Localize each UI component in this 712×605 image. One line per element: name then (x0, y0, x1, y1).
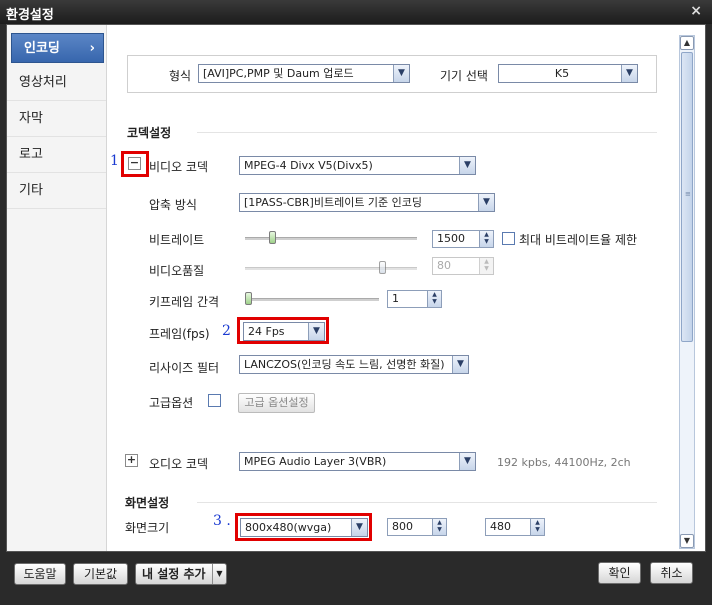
close-icon[interactable]: × (690, 3, 702, 19)
highlight-box-3 (235, 513, 372, 541)
sidebar-item-logo[interactable]: 로고 (7, 137, 106, 173)
chevron-down-icon: ▼ (459, 157, 475, 174)
quality-spinner: 80 ▲ ▼ (432, 257, 494, 275)
audio-codec-label: 오디오 코덱 (149, 457, 209, 471)
width-value: 800 (392, 520, 413, 533)
sidebar-item-label: 로고 (19, 147, 43, 162)
window-title: 환경설정 (6, 8, 54, 23)
keyframe-spinner[interactable]: 1 ▲ ▼ (387, 290, 442, 308)
spinner-arrows-icon: ▲ ▼ (479, 258, 493, 274)
annotation-number-2: 2 (222, 323, 231, 339)
height-value: 480 (490, 520, 511, 533)
divider (197, 502, 657, 503)
spinner-arrows-icon[interactable]: ▲ ▼ (432, 519, 446, 535)
sidebar-item-label: 영상처리 (19, 75, 67, 90)
help-button[interactable]: 도움말 (14, 563, 66, 585)
audio-codec-select[interactable]: MPEG Audio Layer 3(VBR) ▼ (239, 452, 476, 471)
compression-select[interactable]: [1PASS-CBR]비트레이트 기준 인코딩 ▼ (239, 193, 495, 212)
spinner-arrows-icon[interactable]: ▲ ▼ (427, 291, 441, 307)
sidebar-item-encoding[interactable]: 인코딩 › (11, 33, 104, 63)
bitrate-slider-thumb[interactable] (269, 231, 276, 244)
grip-icon: ≡ (685, 190, 691, 198)
sidebar: 인코딩 › 영상처리 자막 로고 기타 (7, 25, 107, 551)
keyframe-label: 키프레임 간격 (149, 295, 220, 309)
device-select[interactable]: K5 ▼ (498, 64, 638, 83)
keyframe-slider-track (245, 298, 379, 301)
sidebar-item-label: 인코딩 (24, 41, 60, 56)
quality-slider-track (245, 267, 417, 270)
format-select-value: [AVI]PC,PMP 및 Daum 업로드 (203, 67, 354, 80)
chevron-down-icon: ▼ (393, 65, 409, 82)
settings-frame: 인코딩 › 영상처리 자막 로고 기타 형식 [AVI]PC,PMP 및 Dau… (6, 24, 706, 552)
chevron-down-icon[interactable]: ▼ (212, 564, 226, 584)
bitrate-value: 1500 (437, 232, 465, 245)
compression-label: 압축 방식 (149, 198, 197, 212)
encoding-settings-panel: 형식 [AVI]PC,PMP 및 Daum 업로드 ▼ 기기 선택 K5 ▼ 코… (107, 25, 679, 551)
footer-bar: 도움말 기본값 내 설정 추가 ▼ 확인 취소 (0, 552, 712, 605)
width-spinner[interactable]: 800 ▲ ▼ (387, 518, 447, 536)
sidebar-item-subtitle[interactable]: 자막 (7, 101, 106, 137)
screen-section-title: 화면설정 (125, 496, 170, 510)
annotation-number-3: 3 . (213, 513, 231, 529)
highlight-box-1 (121, 151, 149, 177)
ok-button[interactable]: 확인 (598, 562, 641, 584)
sidebar-item-label: 기타 (19, 183, 43, 198)
fps-label: 프레임(fps) (149, 327, 210, 341)
limit-bitrate-checkbox[interactable] (502, 232, 515, 245)
scroll-up-icon[interactable]: ▲ (680, 36, 694, 50)
screen-size-label: 화면크기 (125, 521, 170, 535)
height-spinner[interactable]: 480 ▲ ▼ (485, 518, 545, 536)
divider (197, 132, 657, 133)
format-select[interactable]: [AVI]PC,PMP 및 Daum 업로드 ▼ (198, 64, 410, 83)
annotation-number-1: 1 (110, 153, 119, 169)
advanced-settings-button: 고급 옵션설정 (238, 393, 315, 413)
format-label: 형식 (169, 69, 192, 83)
device-label: 기기 선택 (440, 69, 488, 83)
limit-bitrate-label: 최대 비트레이트율 제한 (519, 233, 638, 247)
default-button[interactable]: 기본값 (73, 563, 128, 585)
compression-value: [1PASS-CBR]비트레이트 기준 인코딩 (244, 196, 423, 209)
quality-label: 비디오품질 (149, 264, 205, 278)
keyframe-slider-thumb[interactable] (245, 292, 252, 305)
resize-filter-label: 리사이즈 필터 (149, 361, 220, 375)
video-codec-label: 비디오 코덱 (149, 160, 209, 174)
bitrate-label: 비트레이트 (149, 233, 205, 247)
keyframe-value: 1 (392, 292, 399, 305)
spinner-arrows-icon[interactable]: ▲ ▼ (479, 231, 493, 247)
highlight-box-2 (237, 317, 329, 344)
quality-value: 80 (437, 259, 451, 272)
sidebar-item-etc[interactable]: 기타 (7, 173, 106, 209)
scrollbar-thumb[interactable]: ≡ (681, 52, 693, 342)
title-bar: 환경설정 × (0, 0, 712, 24)
spinner-arrows-icon[interactable]: ▲ ▼ (530, 519, 544, 535)
chevron-down-icon: ▼ (478, 194, 494, 211)
resize-filter-select[interactable]: LANCZOS(인코딩 속도 느림, 선명한 화질) ▼ (239, 355, 469, 374)
advanced-label: 고급옵션 (149, 396, 194, 410)
chevron-down-icon: ▼ (452, 356, 468, 373)
codec-section-title: 코덱설정 (127, 126, 172, 140)
chevron-down-icon: ▼ (621, 65, 637, 82)
cancel-button[interactable]: 취소 (650, 562, 693, 584)
expand-audio-codec-button[interactable]: + (125, 454, 138, 467)
add-preset-label: 내 설정 추가 (142, 567, 206, 581)
video-codec-select[interactable]: MPEG-4 Divx V5(Divx5) ▼ (239, 156, 476, 175)
sidebar-item-video-processing[interactable]: 영상처리 (7, 65, 106, 101)
advanced-checkbox[interactable] (208, 394, 221, 407)
audio-info: 192 kpbs, 44100Hz, 2ch (497, 456, 631, 469)
audio-codec-value: MPEG Audio Layer 3(VBR) (244, 455, 387, 468)
bitrate-spinner[interactable]: 1500 ▲ ▼ (432, 230, 494, 248)
scroll-down-icon[interactable]: ▼ (680, 534, 694, 548)
vertical-scrollbar[interactable]: ▲ ≡ ▼ (679, 35, 695, 549)
add-preset-button[interactable]: 내 설정 추가 ▼ (135, 563, 227, 585)
chevron-down-icon: ▼ (459, 453, 475, 470)
chevron-right-icon: › (89, 41, 95, 56)
resize-filter-value: LANCZOS(인코딩 속도 느림, 선명한 화질) (244, 358, 445, 371)
video-codec-value: MPEG-4 Divx V5(Divx5) (244, 159, 373, 172)
device-select-value: K5 (554, 67, 570, 80)
sidebar-item-label: 자막 (19, 111, 43, 126)
quality-slider-thumb (379, 261, 386, 274)
